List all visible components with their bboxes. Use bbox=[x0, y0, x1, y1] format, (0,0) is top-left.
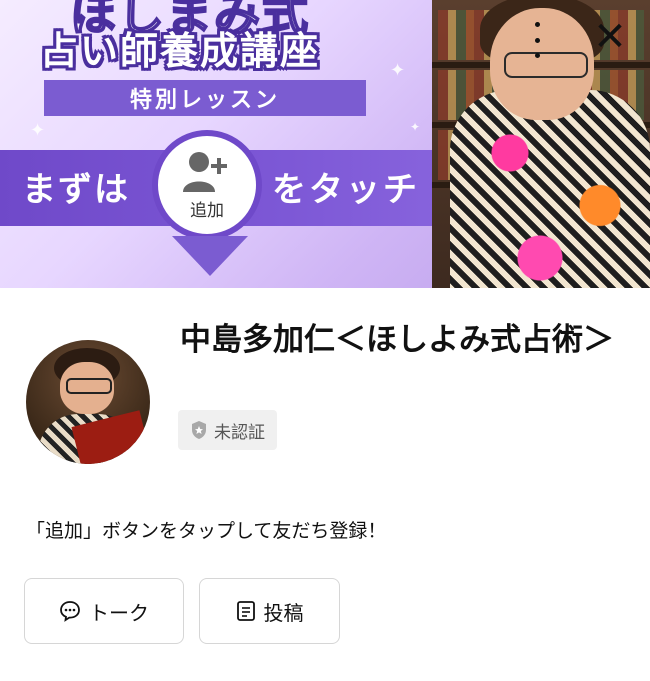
add-graphic-label: 追加 bbox=[190, 200, 224, 221]
post-button[interactable]: 投稿 bbox=[199, 578, 340, 644]
profile-description: 「追加」ボタンをタップして友だち登録！ bbox=[26, 520, 387, 542]
shield-icon bbox=[192, 421, 206, 439]
more-vertical-icon bbox=[534, 22, 540, 27]
promo-banner[interactable]: ✦ ✦ ✦ ほしまみ式 占い師養成講座 特別レッスン まずは をタッチ 追加 bbox=[0, 0, 650, 288]
close-button[interactable]: ✕ bbox=[592, 17, 628, 57]
arrow-down-icon bbox=[172, 236, 248, 276]
chat-bubble-icon bbox=[60, 601, 80, 622]
sparkle-icon: ✦ bbox=[390, 60, 406, 81]
unverified-badge: 未認証 bbox=[178, 410, 277, 450]
banner-title-main: 占い師養成講座 bbox=[40, 29, 321, 73]
cta-right-text: をタッチ bbox=[272, 170, 420, 210]
cta-left-text: まずは bbox=[22, 170, 130, 210]
more-options-button[interactable] bbox=[530, 22, 544, 58]
talk-button[interactable]: トーク bbox=[24, 578, 184, 644]
banner-special-label: 特別レッスン bbox=[44, 80, 366, 116]
add-person-icon bbox=[183, 151, 227, 192]
profile-name: 中島多加仁＜ほしよみ式占術＞ bbox=[180, 322, 614, 358]
sparkle-icon: ✦ bbox=[30, 120, 46, 141]
talk-button-label: トーク bbox=[89, 600, 149, 625]
badge-label: 未認証 bbox=[214, 422, 265, 443]
post-button-label: 投稿 bbox=[263, 600, 304, 625]
sparkle-icon: ✦ bbox=[410, 120, 421, 134]
close-icon: ✕ bbox=[593, 14, 627, 60]
document-icon bbox=[236, 601, 255, 621]
add-friend-graphic: 追加 bbox=[152, 130, 262, 240]
avatar[interactable] bbox=[26, 340, 150, 464]
